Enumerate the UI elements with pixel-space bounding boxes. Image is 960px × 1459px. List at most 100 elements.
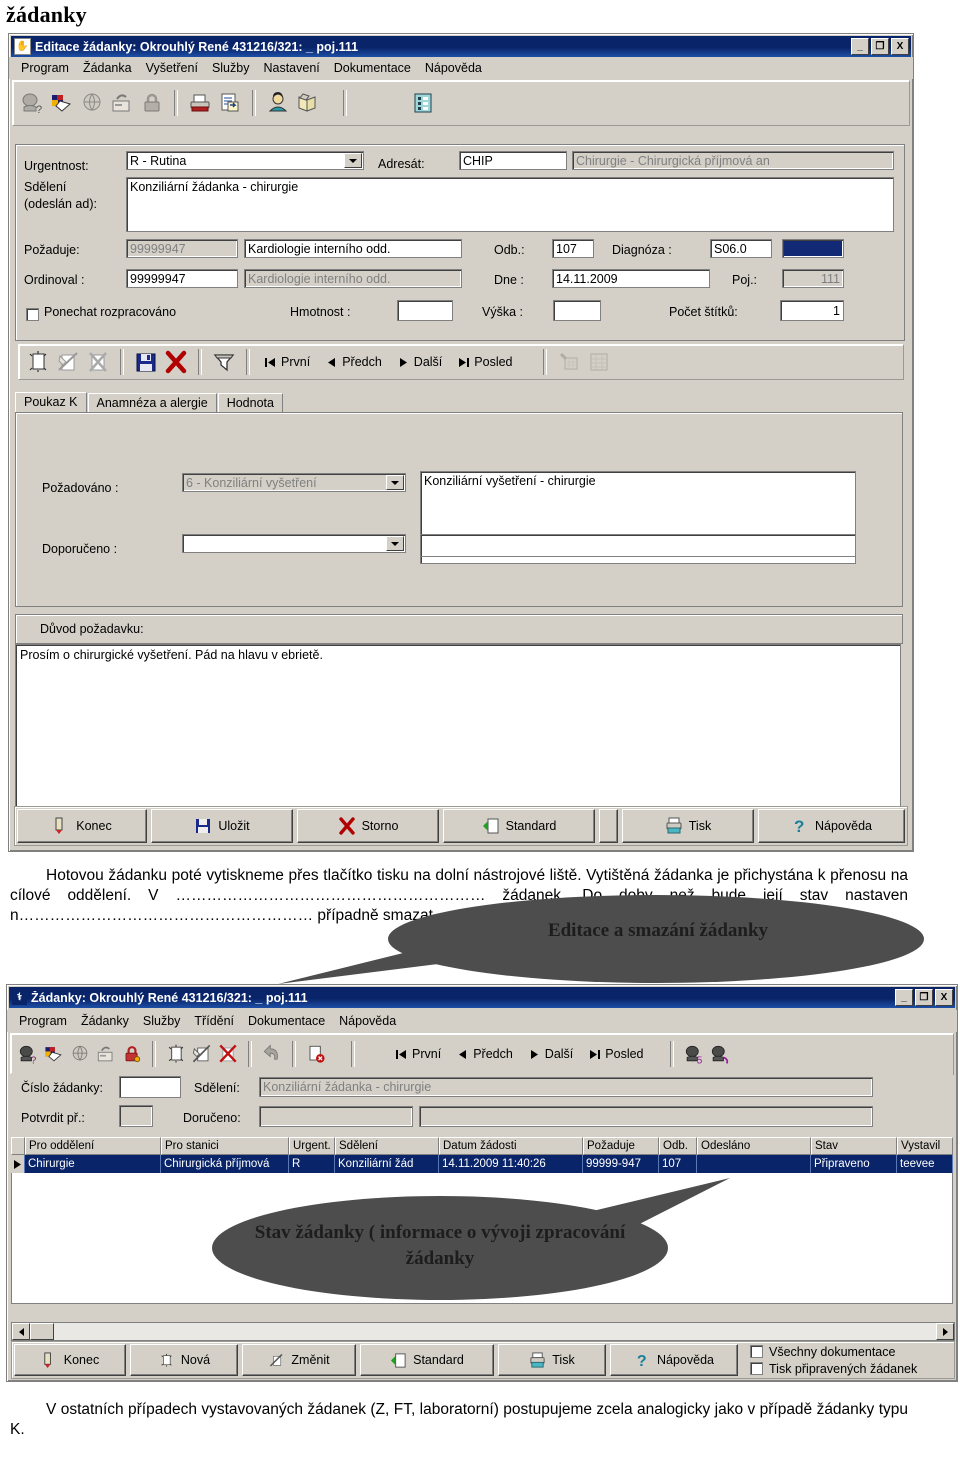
minimize-button[interactable]: _ [851, 38, 869, 55]
nav-prev-button[interactable]: Předch [318, 353, 390, 371]
nav-last-button[interactable]: Posled [581, 1045, 651, 1063]
menu-item-vysetreni[interactable]: Vyšetření [140, 60, 206, 76]
tab-poukaz-k[interactable]: Poukaz K [15, 392, 87, 412]
new-record-icon[interactable] [164, 1042, 188, 1066]
patient-query-icon[interactable]: ? [18, 89, 46, 117]
vsechny-dokumentace-checkbox[interactable] [750, 1345, 763, 1358]
potvrdit-pr-input[interactable] [119, 1105, 153, 1127]
hmotnost-input[interactable] [397, 300, 453, 321]
grid-col-odeslano[interactable]: Odesláno [697, 1137, 811, 1155]
grid-col-pozaduje[interactable]: Požaduje [583, 1137, 659, 1155]
scroll-right-button[interactable] [936, 1323, 954, 1340]
person-refresh-icon[interactable] [708, 1042, 732, 1066]
tisk-button[interactable]: Tisk [622, 809, 754, 843]
ordinoval-code-input[interactable]: 99999947 [126, 269, 238, 288]
menu-item-nastaveni[interactable]: Nastavení [257, 60, 327, 76]
grid-col-stav[interactable]: Stav [811, 1137, 897, 1155]
export-icon[interactable] [108, 89, 136, 117]
tisk-button[interactable]: Tisk [498, 1344, 606, 1376]
unlock-icon[interactable] [120, 1042, 144, 1066]
grid-col-sdeleni[interactable]: Sdělení [335, 1137, 439, 1155]
nav-last-button[interactable]: Posled [450, 353, 520, 371]
nav-prev-button[interactable]: Předch [449, 1045, 521, 1063]
patient-query-icon[interactable]: ? [16, 1042, 40, 1066]
minimize-button[interactable]: _ [895, 989, 913, 1006]
menu-item-trideni[interactable]: Třídění [188, 1013, 242, 1029]
titlebar-zadanky[interactable]: ⚕ Žádanky: Okrouhlý René 431216/321: _ p… [9, 987, 955, 1008]
diagnoza-input[interactable]: S06.0 [710, 239, 772, 258]
menu-item-sluzby[interactable]: Služby [206, 60, 258, 76]
cards-icon[interactable] [42, 1042, 66, 1066]
cislo-zadanky-input[interactable] [119, 1076, 181, 1098]
cancel-icon[interactable] [162, 348, 190, 376]
nav-next-button[interactable]: Další [521, 1045, 581, 1063]
grid-col-urgent[interactable]: Urgent. [289, 1137, 335, 1155]
ulozit-button[interactable]: Uložit [151, 809, 293, 843]
vyska-input[interactable] [553, 300, 601, 321]
grid-col-vystavil[interactable]: Vystavil [897, 1137, 953, 1155]
cards-icon[interactable] [48, 89, 76, 117]
napoveda-button[interactable]: ? Nápověda [610, 1344, 738, 1376]
chevron-down-icon[interactable] [386, 475, 404, 490]
vsechny-dokumentace-row[interactable]: Všechny dokumentace [750, 1345, 954, 1359]
doporuceno-text-input[interactable] [420, 534, 856, 557]
doporuceno-combo[interactable] [182, 534, 406, 553]
grid-col-odb[interactable]: Odb. [659, 1137, 697, 1155]
edit-record-icon[interactable] [190, 1042, 214, 1066]
nav-first-button[interactable]: První [257, 353, 318, 371]
pocet-stitku-input[interactable]: 1 [780, 300, 844, 321]
edit-record-icon[interactable] [54, 348, 82, 376]
doruceno-input-2[interactable] [419, 1106, 873, 1127]
nav-next-button[interactable]: Další [390, 353, 450, 371]
close-button[interactable]: X [891, 38, 909, 55]
nav-first-button[interactable]: První [388, 1045, 449, 1063]
scroll-thumb[interactable] [30, 1323, 54, 1340]
menu-item-program[interactable]: Program [15, 60, 77, 76]
grid-col-pro-stanici[interactable]: Pro stanici [161, 1137, 289, 1155]
standard-button[interactable]: Standard [360, 1344, 494, 1376]
chevron-down-icon[interactable] [386, 536, 404, 551]
titlebar-editace[interactable]: ✋ Editace žádanky: Okrouhlý René 431216/… [11, 36, 911, 57]
book-icon[interactable] [294, 89, 322, 117]
menu-item-zadanka[interactable]: Žádanka [77, 60, 140, 76]
menu-item-zadanky[interactable]: Žádanky [75, 1013, 137, 1029]
document-arrow-icon[interactable] [216, 89, 244, 117]
maximize-button[interactable]: ❐ [915, 989, 933, 1006]
menu-item-program[interactable]: Program [13, 1013, 75, 1029]
delete-record-icon[interactable] [216, 1042, 240, 1066]
nova-button[interactable]: Nová [130, 1344, 238, 1376]
tab-hodnota[interactable]: Hodnota [217, 393, 283, 412]
horizontal-scrollbar[interactable] [11, 1322, 955, 1341]
chevron-down-icon[interactable] [344, 153, 362, 168]
konec-button[interactable]: Konec [17, 809, 147, 843]
ponechat-rozpracovano-checkbox[interactable] [26, 308, 39, 321]
globe-info-icon[interactable] [78, 89, 106, 117]
doruceno-input[interactable] [259, 1106, 413, 1127]
menu-item-dokumentace[interactable]: Dokumentace [328, 60, 419, 76]
new-record-icon[interactable] [24, 348, 52, 376]
list-view-icon[interactable] [409, 89, 437, 117]
tisk-pripravenych-zadanek-checkbox[interactable] [750, 1362, 763, 1375]
napoveda-button[interactable]: ? Nápověda [758, 809, 905, 843]
scroll-track[interactable] [54, 1323, 936, 1340]
globe-info-icon[interactable] [68, 1042, 92, 1066]
standard-button[interactable]: Standard [443, 809, 595, 843]
grid-col-pro-oddeleni[interactable]: Pro oddělení [25, 1137, 161, 1155]
save-icon[interactable] [132, 348, 160, 376]
close-button[interactable]: X [935, 989, 953, 1006]
filter-icon[interactable] [210, 348, 238, 376]
print-icon[interactable] [186, 89, 214, 117]
tisk-pripravenych-row[interactable]: Tisk připravených žádanek [750, 1362, 954, 1376]
table-icon[interactable] [585, 348, 613, 376]
delete-record-icon[interactable] [84, 348, 112, 376]
dne-input[interactable]: 14.11.2009 [552, 269, 710, 288]
adresat-code-input[interactable]: CHIP [459, 151, 567, 170]
odb-input[interactable]: 107 [552, 239, 594, 258]
person-icon[interactable] [264, 89, 292, 117]
diagnoza-color-swatch[interactable] [782, 239, 844, 258]
pozaduje-desc-input[interactable]: Kardiologie interního odd. [244, 239, 462, 258]
zmenit-button[interactable]: Změnit [242, 1344, 356, 1376]
menu-item-dokumentace[interactable]: Dokumentace [242, 1013, 333, 1029]
menu-item-napoveda[interactable]: Nápověda [419, 60, 490, 76]
maximize-button[interactable]: ❐ [871, 38, 889, 55]
